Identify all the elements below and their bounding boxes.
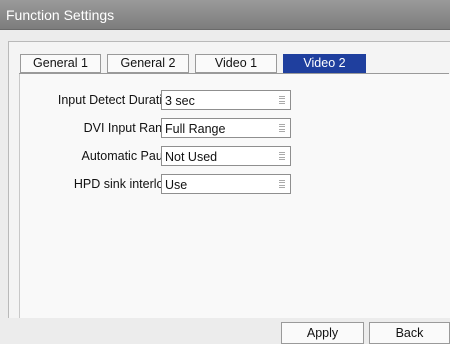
dropdown-grip-icon — [279, 124, 285, 132]
input-detect-duration-value: 3 sec — [165, 94, 195, 108]
tab-video-2[interactable]: Video 2 — [283, 54, 366, 73]
back-button[interactable]: Back — [369, 322, 450, 344]
tab-general-1[interactable]: General 1 — [20, 54, 101, 73]
dropdown-grip-icon — [279, 152, 285, 160]
title-bar: Function Settings — [0, 0, 450, 30]
dvi-input-range-value: Full Range — [165, 122, 226, 136]
window-title: Function Settings — [6, 7, 115, 23]
dvi-input-range-select[interactable]: Full Range — [161, 118, 291, 138]
tab-content-area: Input Detect Duration 3 sec DVI Input Ra… — [19, 74, 450, 318]
automatic-pause-select[interactable]: Not Used — [161, 146, 291, 166]
dropdown-grip-icon — [279, 180, 285, 188]
automatic-pause-value: Not Used — [165, 150, 218, 164]
apply-button[interactable]: Apply — [281, 322, 364, 344]
input-detect-duration-select[interactable]: 3 sec — [161, 90, 291, 110]
tab-general-2[interactable]: General 2 — [107, 54, 189, 73]
input-detect-duration-label: Input Detect Duration — [57, 93, 176, 107]
hpd-sink-interlock-value: Use — [165, 178, 188, 192]
dropdown-grip-icon — [279, 96, 285, 104]
tab-video-1[interactable]: Video 1 — [195, 54, 277, 73]
hpd-sink-interlock-select[interactable]: Use — [161, 174, 291, 194]
